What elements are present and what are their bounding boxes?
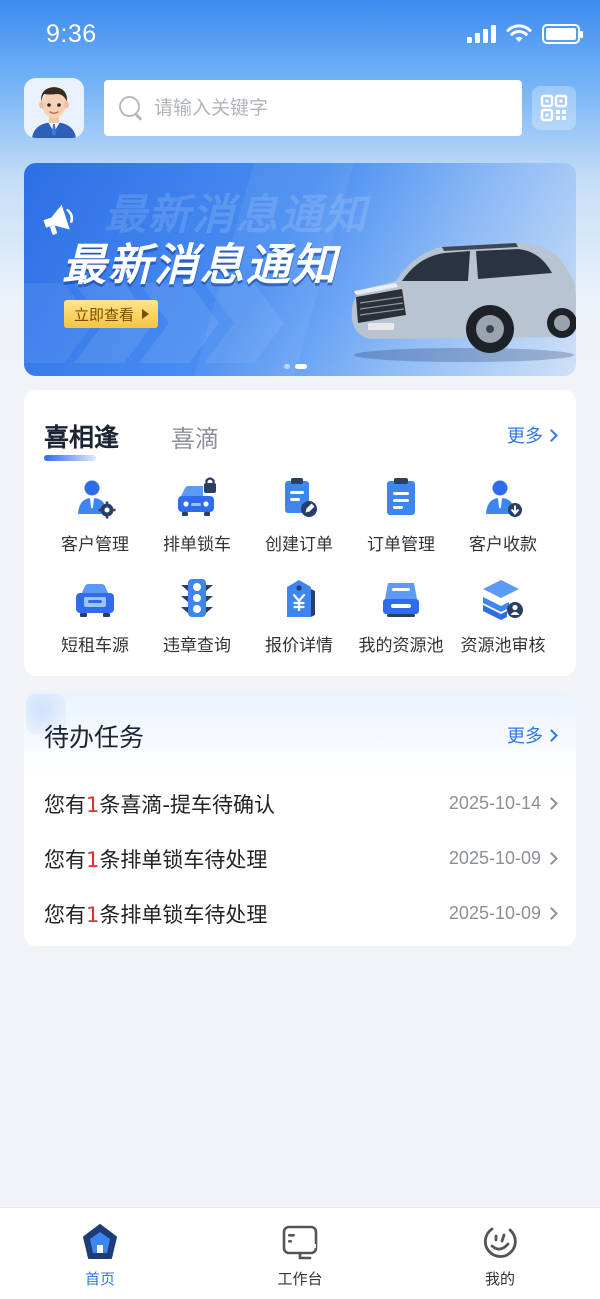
service-label: 排单锁车 [163,535,231,555]
price-tag-icon [287,580,315,617]
tasks-card: 待办任务 更多 您有1条喜滴-提车待确认 2025-10-14 您有1条排单锁车… [24,692,576,946]
avatar-image [24,78,84,138]
car-lock-icon [178,477,216,516]
more-label: 更多 [507,726,543,747]
workbench-icon [282,1225,318,1260]
traffic-light-icon [181,579,213,617]
order-manage-icon [387,478,415,515]
cellular-signal-icon [467,25,496,43]
service-traffic-violation[interactable]: 违章查询 [146,577,248,678]
service-label: 报价详情 [265,636,333,656]
wifi-icon [506,24,532,42]
status-bar: 9:36 [0,0,600,70]
banner-title: 最新消息通知 [62,240,338,291]
customer-manage-icon [78,480,116,519]
service-label: 我的资源池 [358,636,444,656]
service-label: 违章查询 [163,636,231,656]
more-label: 更多 [507,426,543,447]
service-price-detail[interactable]: 报价详情 [248,577,350,678]
tab-xidi[interactable]: 喜滴 [171,419,219,454]
create-order-icon [285,478,317,517]
chevron-right-icon [545,797,558,810]
task-row[interactable]: 您有1条排单锁车待处理 2025-10-09 [44,831,558,886]
task-date: 2025-10-09 [449,903,558,924]
service-grid: 客户管理 排单锁车 创建订单 订单管理 客户收款 短租车源 违章查询 报价详情 … [44,476,556,678]
task-date: 2025-10-09 [449,848,558,869]
service-resource-audit[interactable]: 资源池审核 [452,577,554,678]
chevron-right-icon [545,852,558,865]
tab-home[interactable]: 首页 [0,1208,200,1299]
service-label: 创建订单 [265,535,333,555]
chevron-right-icon [545,728,558,742]
short-rent-car-icon [76,584,114,617]
status-icons [467,24,583,44]
resource-pool-icon [383,583,419,617]
task-text: 您有1条喜滴-提车待确认 [44,792,275,817]
tab-workbench[interactable]: 工作台 [200,1208,400,1299]
search-icon [118,95,144,121]
search-bar[interactable] [104,80,522,136]
tab-label: 首页 [84,1270,115,1288]
tasks-more-link[interactable]: 更多 [507,722,558,748]
banner-pagination [284,364,307,369]
service-label: 订单管理 [367,535,435,555]
battery-icon [542,24,583,44]
service-short-rent-car[interactable]: 短租车源 [44,577,146,678]
service-label: 客户收款 [469,535,537,555]
service-label: 客户管理 [61,535,129,555]
chevron-right-icon [545,428,558,442]
task-list: 您有1条喜滴-提车待确认 2025-10-14 您有1条排单锁车待处理 2025… [44,776,558,941]
promo-banner[interactable]: 最新消息通知 最新消息通知 立即查看 [24,163,576,376]
tasks-title: 待办任务 [44,723,145,752]
profile-icon [483,1227,517,1258]
banner-cta-button[interactable]: 立即查看 [64,300,159,328]
tab-label: 工作台 [277,1270,323,1288]
qr-code-icon [540,94,568,122]
pagination-dot-active[interactable] [295,364,307,369]
task-text: 您有1条排单锁车待处理 [44,902,268,927]
tab-xixiangfeng[interactable]: 喜相逢 [44,418,119,461]
service-order-manage[interactable]: 订单管理 [350,476,452,577]
services-card: 喜相逢 喜滴 更多 客户管理 排单锁车 创建订单 订单管理 客户收款 短租车源 … [24,390,576,676]
service-resource-pool[interactable]: 我的资源池 [350,577,452,678]
resource-audit-icon [483,580,523,620]
service-tabs: 喜相逢 喜滴 [44,418,219,461]
status-time: 9:36 [46,20,97,48]
service-customer-manage[interactable]: 客户管理 [44,476,146,577]
service-car-lock[interactable]: 排单锁车 [146,476,248,577]
pagination-dot[interactable] [284,364,290,369]
task-row[interactable]: 您有1条喜滴-提车待确认 2025-10-14 [44,776,558,831]
bottom-tab-bar: 首页 工作台 我的 [0,1207,600,1299]
service-customer-payment[interactable]: 客户收款 [452,476,554,577]
task-row[interactable]: 您有1条排单锁车待处理 2025-10-09 [44,886,558,941]
avatar[interactable] [24,78,84,138]
header [24,78,576,140]
task-text: 您有1条排单锁车待处理 [44,847,268,872]
banner-cta-label: 立即查看 [74,305,135,324]
tab-profile[interactable]: 我的 [400,1208,600,1299]
qr-scan-button[interactable] [532,86,576,130]
service-label: 短租车源 [61,636,129,656]
services-more-link[interactable]: 更多 [507,422,558,448]
service-create-order[interactable]: 创建订单 [248,476,350,577]
search-input[interactable] [154,97,514,119]
task-date: 2025-10-14 [449,793,558,814]
service-label: 资源池审核 [460,636,546,656]
customer-payment-icon [486,480,522,517]
play-arrow-icon [142,309,150,319]
chevron-right-icon [545,907,558,920]
suv-car-image [351,243,576,362]
tab-label: 我的 [484,1270,515,1288]
home-icon [83,1224,117,1259]
